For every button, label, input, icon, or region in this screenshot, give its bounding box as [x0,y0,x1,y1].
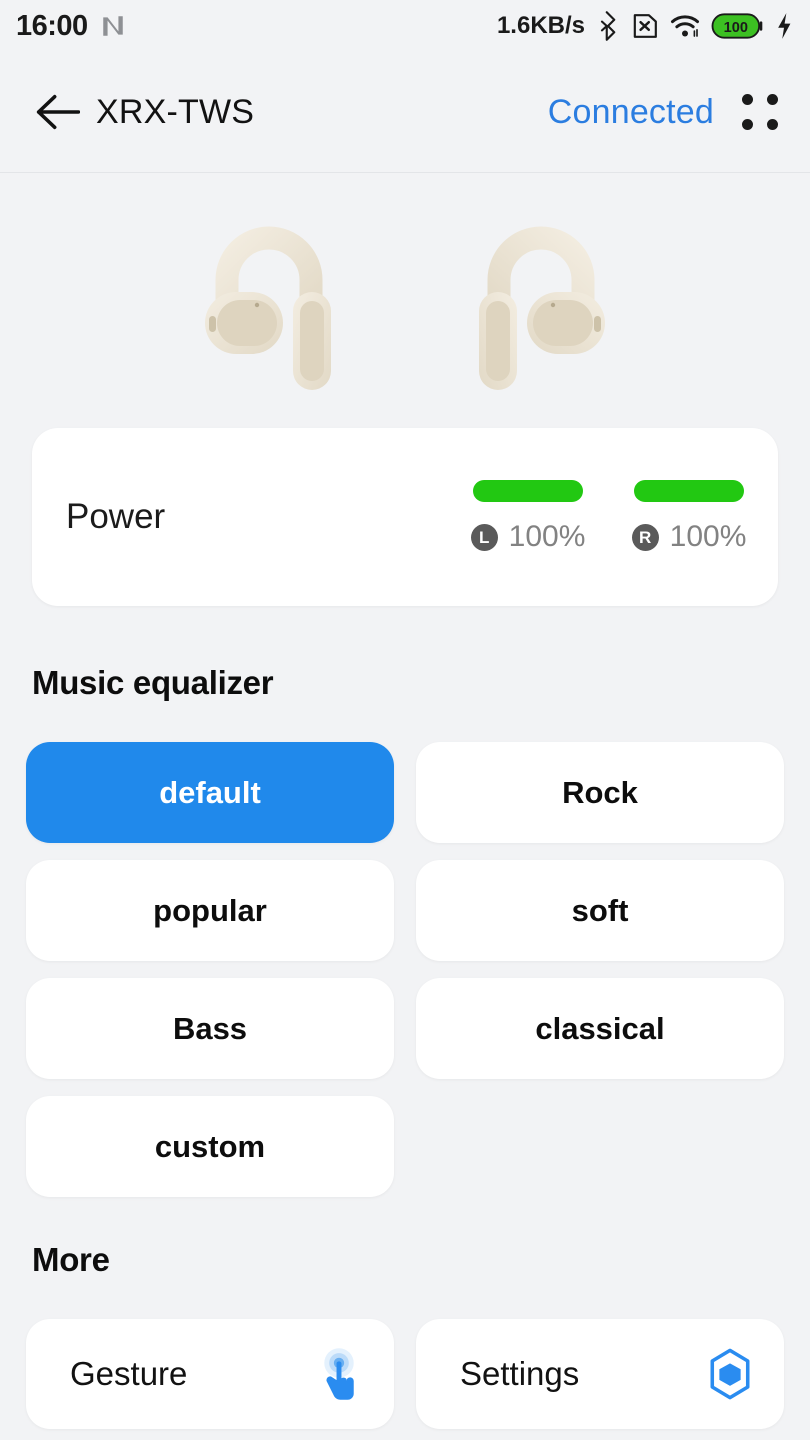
eq-option-rock[interactable]: Rock [416,742,784,843]
more-grid: Gesture Settings [0,1319,810,1429]
battery-level-text: 100 [724,20,748,36]
power-card: Power L 100% R 100% [32,428,778,606]
app-header: XRX-TWS Connected [0,52,810,173]
battery-icon: 100 [711,12,763,40]
left-bud-battery: L 100% [470,480,586,554]
eq-option-bass[interactable]: Bass [26,978,394,1079]
four-dot-menu-icon[interactable] [740,92,780,132]
status-bar: 16:00 1.6KB/s 100 [0,0,810,52]
sim-card-off-icon [631,13,659,39]
menu-dot [767,94,778,105]
wifi-icon [670,13,700,39]
back-button[interactable] [32,87,82,137]
menu-dot [742,119,753,130]
earbuds-illustration [0,173,810,428]
page-title: XRX-TWS [96,92,255,131]
nfc-icon [100,13,126,39]
menu-dot [742,94,753,105]
charging-bolt-icon [774,12,794,40]
status-bar-left: 16:00 [16,10,126,43]
settings-label: Settings [460,1355,580,1392]
network-speed: 1.6KB/s [496,12,585,39]
right-battery-bar [634,480,744,502]
right-battery-row: R 100% [631,520,747,554]
phone-screen: 16:00 1.6KB/s 100 XRX-TWS Connected Powe… [0,0,810,1440]
right-earbud-icon [479,226,605,390]
equalizer-grid: default Rock popular soft Bass classical… [0,742,810,1197]
bluetooth-icon [596,11,620,41]
hexagon-settings-icon [706,1348,754,1400]
eq-option-classical[interactable]: classical [416,978,784,1079]
more-item-gesture[interactable]: Gesture [26,1319,394,1429]
back-arrow-icon [34,92,80,132]
menu-dot [767,119,778,130]
more-item-settings[interactable]: Settings [416,1319,784,1429]
status-bar-right: 1.6KB/s 100 [497,11,794,41]
left-side-badge: L [470,523,498,551]
eq-option-popular[interactable]: popular [26,860,394,961]
more-section-title: More [32,1241,110,1278]
left-battery-percent: 100% [508,520,586,553]
gesture-label: Gesture [70,1355,188,1392]
tap-gesture-icon [314,1347,364,1401]
eq-option-custom[interactable]: custom [26,1096,394,1197]
battery-group: L 100% R 100% [470,480,747,554]
left-earbud-icon [205,226,331,390]
status-time: 16:00 [16,9,88,42]
left-battery-bar [473,480,583,502]
header-right: Connected [548,92,780,132]
connection-status[interactable]: Connected [548,93,714,132]
equalizer-section-title: Music equalizer [32,664,274,701]
left-battery-row: L 100% [470,520,586,554]
eq-option-default[interactable]: default [26,742,394,843]
right-battery-percent: 100% [669,520,747,553]
right-bud-battery: R 100% [631,480,747,554]
right-side-badge: R [631,523,659,551]
power-label: Power [66,497,166,536]
eq-option-soft[interactable]: soft [416,860,784,961]
